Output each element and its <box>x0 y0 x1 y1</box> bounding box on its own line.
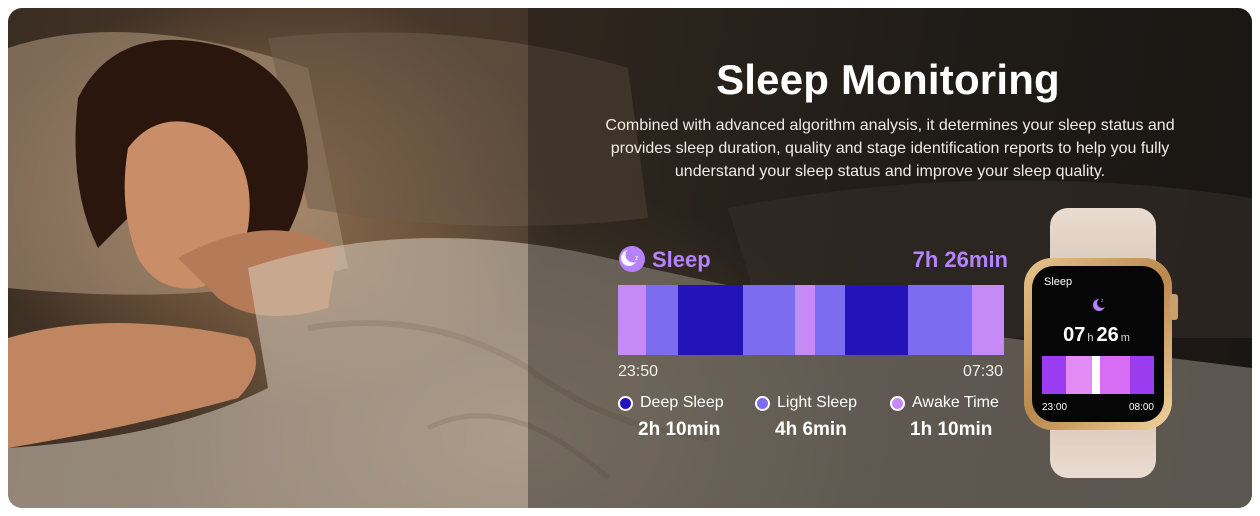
page-title: Sleep Monitoring <box>716 56 1060 103</box>
legend-dot-deep <box>618 395 633 411</box>
legend-value: 4h 6min <box>775 419 847 440</box>
watch-screen-title: Sleep <box>1044 276 1073 288</box>
sleep-legend: Deep Sleep 2h 10min Light Sleep 4h 6min … <box>618 394 1018 454</box>
timeline-start-time: 23:50 <box>618 363 659 380</box>
timeline-segment-deep <box>678 285 743 355</box>
timeline-segment-awake <box>618 285 646 355</box>
legend-value: 1h 10min <box>910 419 993 440</box>
timeline-segment-awake <box>795 285 815 355</box>
watch-minutes: 26 <box>1096 324 1119 346</box>
watch-duration: 07 h 26 m <box>1032 324 1164 347</box>
hero-banner: Sleep Monitoring Combined with advanced … <box>8 8 1252 508</box>
watch-sleep-bar <box>1042 356 1154 394</box>
watch-moon-icon: z <box>1093 298 1107 311</box>
sleep-header: z Sleep 7h 26min <box>618 245 1008 277</box>
watch-bar-segment <box>1066 356 1092 394</box>
watch-hours-unit: h <box>1087 332 1094 344</box>
watch-crown <box>1170 294 1178 320</box>
watch-start-time: 23:00 <box>1042 402 1068 413</box>
legend-dot-awake <box>890 395 905 411</box>
sleep-label: Sleep <box>652 247 711 272</box>
moon-icon: z <box>619 246 645 272</box>
legend-light-sleep: Light Sleep 4h 6min <box>755 394 885 441</box>
timeline-segment-light <box>646 285 678 355</box>
legend-name: Deep Sleep <box>640 394 724 411</box>
watch-bar-segment <box>1092 356 1100 394</box>
sleep-total: 7h 26min <box>912 247 1008 272</box>
legend-dot-light <box>755 395 770 411</box>
timeline-segment-light <box>815 285 845 355</box>
sleep-timeline <box>618 285 1004 355</box>
page-description: Combined with advanced algorithm analysi… <box>605 117 1175 180</box>
watch-bar-segment <box>1042 356 1066 394</box>
timeline-segment-deep <box>845 285 908 355</box>
legend-awake-time: Awake Time 1h 10min <box>890 394 1020 441</box>
watch-screen: Sleep z 07 h 26 m 23:00 08:00 <box>1032 266 1164 422</box>
timeline-segment-light <box>743 285 795 355</box>
legend-name: Awake Time <box>912 394 999 411</box>
smartwatch: Sleep z 07 h 26 m 23:00 08:00 <box>1022 208 1192 478</box>
legend-value: 2h 10min <box>638 419 721 440</box>
timeline-segment-awake <box>972 285 1004 355</box>
watch-bar-segment <box>1130 356 1154 394</box>
svg-text:z: z <box>635 255 639 262</box>
watch-hours: 07 <box>1063 324 1086 346</box>
timeline-end-time: 07:30 <box>963 363 1004 380</box>
legend-deep-sleep: Deep Sleep 2h 10min <box>618 394 748 441</box>
watch-end-time: 08:00 <box>1128 402 1154 413</box>
legend-name: Light Sleep <box>777 394 858 411</box>
watch-bar-segment <box>1100 356 1130 394</box>
timeline-segment-light <box>908 285 972 355</box>
watch-minutes-unit: m <box>1120 332 1130 344</box>
